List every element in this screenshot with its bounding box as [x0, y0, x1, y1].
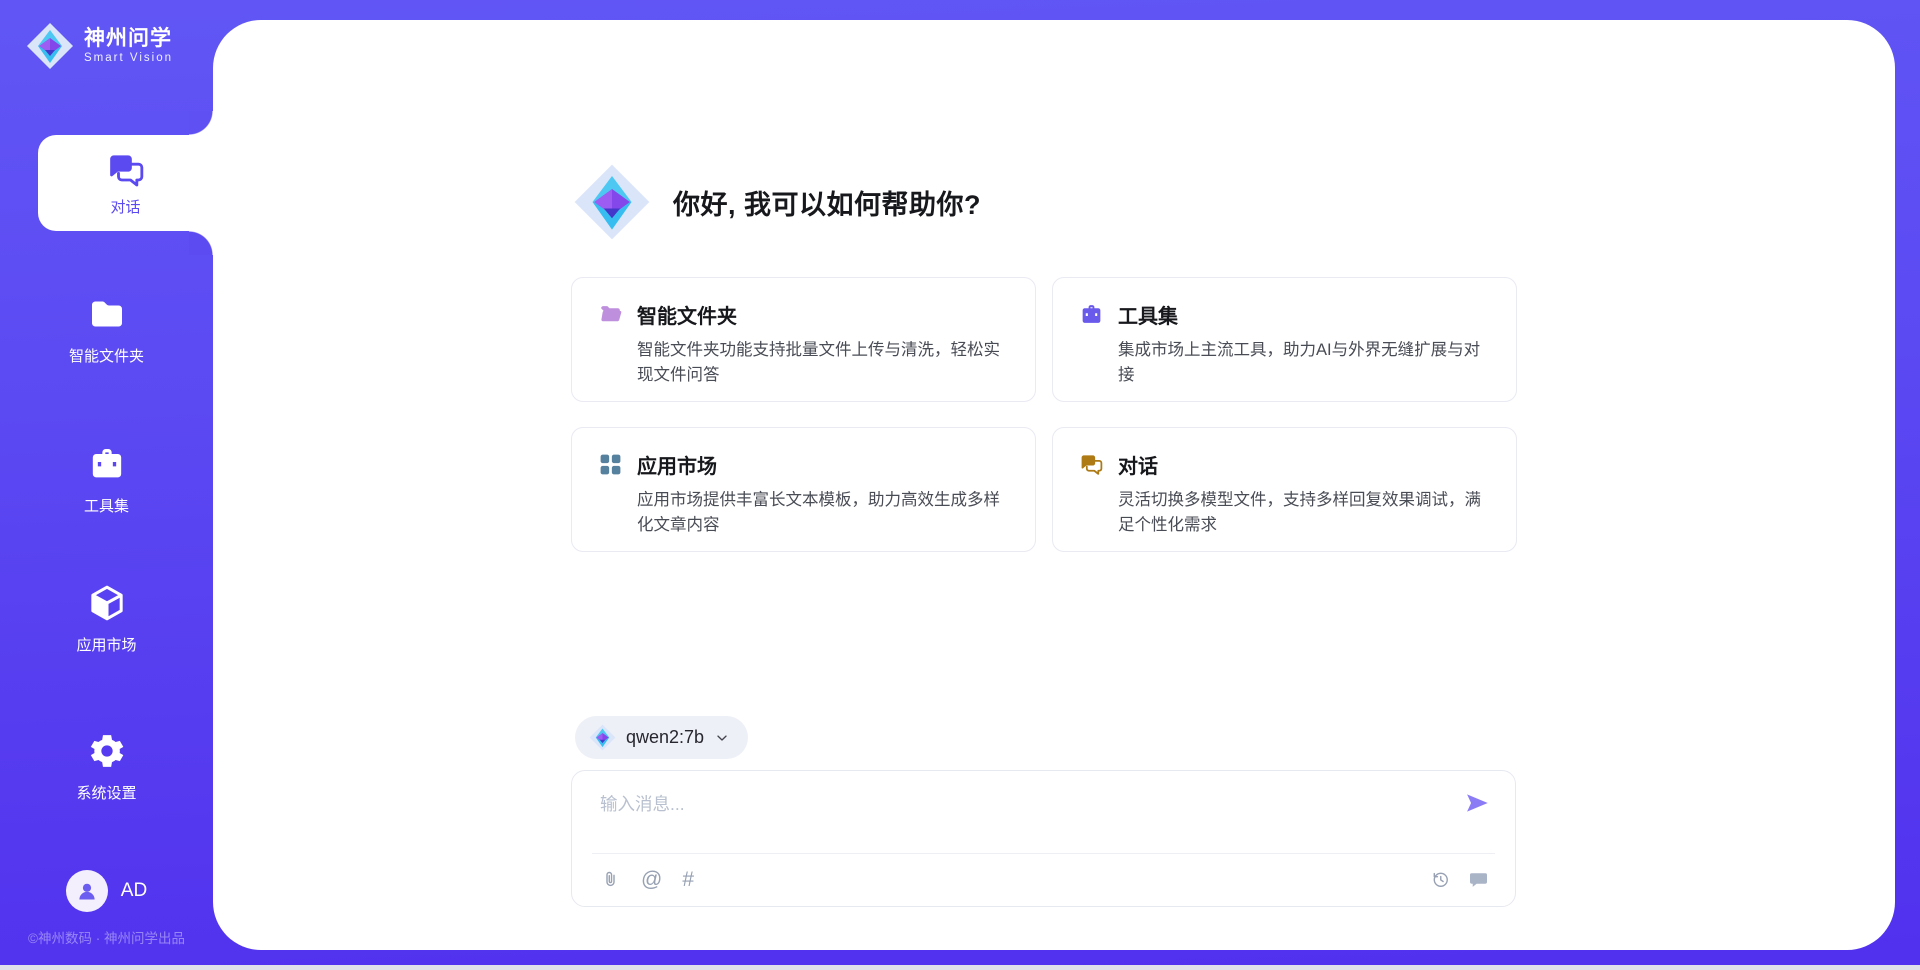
brand-name: 神州问学: [84, 27, 173, 51]
attachment-icon[interactable]: [600, 869, 621, 890]
sidebar-item-label: 应用市场: [0, 634, 213, 655]
brand-subtitle: Smart Vision: [84, 51, 173, 66]
sidebar-item-label: 对话: [110, 196, 140, 217]
send-icon: [1463, 789, 1491, 817]
card-toolset[interactable]: 工具集 集成市场上主流工具，助力AI与外界无缝扩展与对接: [1052, 277, 1517, 402]
card-description: 集成市场上主流工具，助力AI与外界无缝扩展与对接: [1118, 338, 1490, 388]
card-description: 应用市场提供丰富长文本模板，助力高效生成多样化文章内容: [637, 488, 1009, 538]
card-title: 智能文件夹: [637, 300, 737, 329]
sidebar-item-chat[interactable]: 对话: [38, 135, 213, 231]
card-app-market[interactable]: 应用市场 应用市场提供丰富长文本模板，助力高效生成多样化文章内容: [571, 427, 1036, 552]
tab-curve-top: [189, 111, 213, 135]
cube-icon: [87, 583, 127, 623]
sidebar-item-app-market[interactable]: 应用市场: [0, 583, 213, 655]
sidebar-item-settings[interactable]: 系统设置: [0, 731, 213, 803]
sidebar-item-label: 智能文件夹: [0, 345, 213, 366]
greeting: 你好, 我可以如何帮助你?: [573, 162, 981, 242]
tab-curve-bottom: [189, 231, 213, 255]
feature-cards: 智能文件夹 智能文件夹功能支持批量文件上传与清洗，轻松实现文件问答 工具集 集成…: [571, 277, 1517, 552]
composer-divider: [592, 853, 1495, 854]
card-chat[interactable]: 对话 灵活切换多模型文件，支持多样回复效果调试，满足个性化需求: [1052, 427, 1517, 552]
toolbox-icon: [1079, 302, 1104, 327]
chat-bubble-icon[interactable]: [1468, 869, 1489, 890]
model-logo-icon: [589, 724, 616, 751]
model-selector[interactable]: qwen2:7b: [575, 716, 748, 759]
card-title: 工具集: [1118, 300, 1178, 329]
brand-logo-icon: [26, 22, 74, 70]
folder-open-icon: [598, 302, 623, 327]
sidebar-item-toolset[interactable]: 工具集: [0, 444, 213, 516]
main-content: 你好, 我可以如何帮助你? 智能文件夹 智能文件夹功能支持批量文件上传与清洗，轻…: [213, 20, 1895, 950]
user-account[interactable]: AD: [0, 870, 213, 912]
message-composer: @ #: [571, 770, 1516, 907]
message-input[interactable]: [600, 791, 1420, 843]
sidebar-item-label: 工具集: [0, 495, 213, 516]
card-title: 应用市场: [637, 450, 717, 479]
sidebar-item-smart-folder[interactable]: 智能文件夹: [0, 294, 213, 366]
greeting-title: 你好, 我可以如何帮助你?: [673, 183, 981, 222]
at-mention-icon[interactable]: @: [641, 869, 662, 890]
chat-icon: [1079, 452, 1104, 477]
folder-icon: [87, 294, 127, 334]
send-button[interactable]: [1463, 789, 1491, 817]
gear-icon: [87, 731, 127, 771]
sidebar-item-label: 系统设置: [0, 782, 213, 803]
toolbox-icon: [87, 444, 127, 484]
hash-tag-icon[interactable]: #: [682, 869, 694, 890]
person-icon: [75, 879, 99, 903]
grid-icon: [598, 452, 623, 477]
avatar: [66, 870, 108, 912]
card-description: 智能文件夹功能支持批量文件上传与清洗，轻松实现文件问答: [637, 338, 1009, 388]
card-smart-folder[interactable]: 智能文件夹 智能文件夹功能支持批量文件上传与清洗，轻松实现文件问答: [571, 277, 1036, 402]
window-bottom-edge: [0, 965, 1920, 970]
history-icon[interactable]: [1430, 869, 1451, 890]
chevron-down-icon: [714, 730, 730, 746]
card-title: 对话: [1118, 450, 1158, 479]
user-label: AD: [121, 880, 147, 902]
sidebar: 神州问学 Smart Vision 对话 智能文件夹 工具集 应用市场 系统设置…: [0, 0, 213, 970]
card-description: 灵活切换多模型文件，支持多样回复效果调试，满足个性化需求: [1118, 488, 1490, 538]
copyright-text: ©神州数码 · 神州问学出品: [0, 927, 213, 947]
brand: 神州问学 Smart Vision: [26, 22, 173, 70]
model-name: qwen2:7b: [626, 727, 704, 748]
greeting-logo-icon: [573, 163, 651, 241]
chat-icon: [106, 150, 146, 190]
